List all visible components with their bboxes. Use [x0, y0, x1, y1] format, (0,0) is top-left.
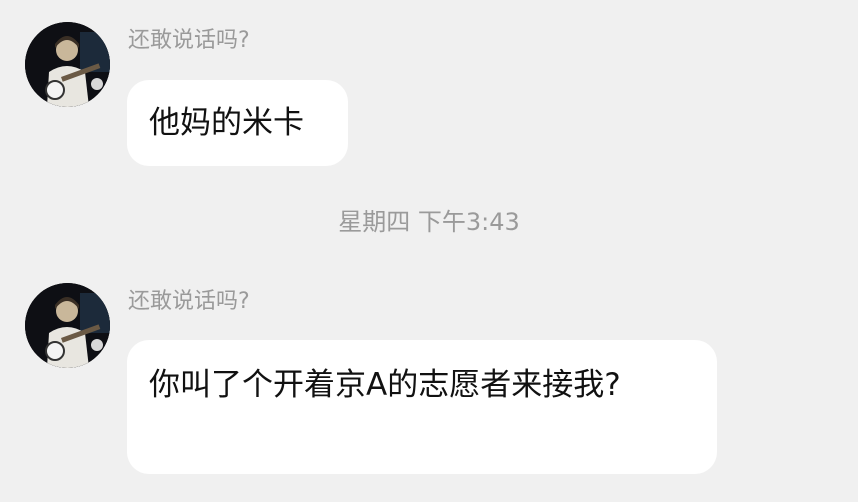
sender-avatar[interactable] — [25, 283, 110, 368]
timestamp-divider: 星期四 下午3:43 — [338, 208, 520, 236]
sender-name: 还敢说话吗? — [128, 28, 250, 53]
user-avatar-icon — [25, 22, 110, 107]
user-avatar-icon — [25, 283, 110, 368]
message-bubble[interactable]: 他妈的米卡 — [127, 80, 348, 166]
chat-thread: 还敢说话吗? 他妈的米卡 星期四 下午3:43 还敢说话吗? 你叫了个开着京A的… — [0, 0, 858, 502]
sender-name: 还敢说话吗? — [128, 289, 250, 314]
sender-avatar[interactable] — [25, 22, 110, 107]
message-bubble[interactable]: 你叫了个开着京A的志愿者来接我? — [127, 340, 717, 474]
